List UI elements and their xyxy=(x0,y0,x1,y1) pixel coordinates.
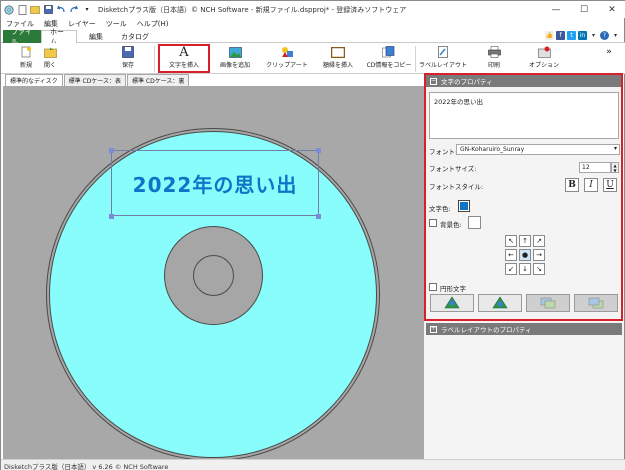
tab-home[interactable]: ホーム xyxy=(41,28,77,46)
maximize-button[interactable]: ☐ xyxy=(570,1,598,18)
text-properties-highlight xyxy=(424,73,623,321)
disc-text-object[interactable]: 2022年の思い出 xyxy=(111,150,319,216)
help-icon[interactable]: ? xyxy=(600,31,609,40)
new-file-icon[interactable] xyxy=(17,4,27,15)
frame-icon xyxy=(331,46,345,58)
toolbar-overflow-button[interactable]: » xyxy=(597,46,621,73)
add-image-button[interactable]: 画像を追加 xyxy=(211,46,259,73)
insert-frame-button[interactable]: 額縁を挿入 xyxy=(314,46,362,73)
print-button[interactable]: 印刷 xyxy=(470,46,518,73)
clipart-button[interactable]: クリップアート xyxy=(263,46,311,73)
tab-catalog[interactable]: カタログ xyxy=(113,30,157,43)
resize-handle-bottom-right[interactable] xyxy=(316,214,321,219)
menu-layer[interactable]: レイヤー xyxy=(68,19,96,29)
undo-icon[interactable] xyxy=(56,5,66,15)
resize-handle-bottom-left[interactable] xyxy=(109,214,114,219)
document-tabs: 標準的なディスク 標準 CDケース：表 標準 CDケース：裏 xyxy=(5,74,190,86)
toolbar-separator xyxy=(415,46,416,72)
options-icon xyxy=(537,46,551,58)
cd-copy-icon xyxy=(382,46,396,58)
ribbon-toolbar: 新規 開く 保存 A 文字を挿入 画像を追加 クリップアート 額縁を挿入 CD情… xyxy=(1,43,625,74)
disc-center-hole xyxy=(193,255,234,296)
twitter-icon[interactable]: t xyxy=(567,31,576,40)
social-dropdown-icon[interactable]: ▾ xyxy=(589,31,598,40)
menu-bar: ファイル 編集 レイヤー ツール ヘルプ(H) xyxy=(1,18,625,30)
toolbar-separator xyxy=(154,46,155,72)
expand-icon[interactable]: + xyxy=(430,325,437,333)
facebook-icon[interactable]: f xyxy=(556,31,565,40)
linkedin-icon[interactable]: in xyxy=(578,31,587,40)
resize-handle-top-left[interactable] xyxy=(109,148,114,153)
status-bar: Disketchプラス版（日本語） v 6.26 © NCH Software xyxy=(1,459,625,470)
open-folder-icon[interactable] xyxy=(30,5,40,15)
layout-icon xyxy=(436,46,450,58)
copy-cd-info-button[interactable]: CD情報をコピー xyxy=(365,46,413,73)
qat-dropdown-icon[interactable]: ▾ xyxy=(82,5,92,15)
label-layout-button[interactable]: ラベルレイアウト xyxy=(419,46,467,73)
help-dropdown-icon[interactable]: ▾ xyxy=(611,31,620,40)
tab-edit[interactable]: 編集 xyxy=(81,30,111,43)
app-logo-icon xyxy=(4,5,14,15)
clipart-icon xyxy=(280,46,294,58)
open-folder-icon xyxy=(43,46,57,58)
save-button[interactable]: 保存 xyxy=(104,46,152,73)
label-layout-properties-header[interactable]: + ラベルレイアウトのプロパティ xyxy=(426,323,622,335)
open-button[interactable]: 開く xyxy=(26,46,74,73)
quick-access-toolbar: ▾ xyxy=(1,4,92,15)
image-icon xyxy=(228,46,242,58)
like-icon[interactable]: 👍 xyxy=(545,31,554,40)
title-bar: ▾ Disketchプラス版（日本語）© NCH Software - 新規ファ… xyxy=(1,1,625,18)
social-links: 👍 f t in ▾ ? ▾ xyxy=(545,31,620,40)
floppy-icon xyxy=(121,46,135,58)
tab-cd-case-front[interactable]: 標準 CDケース：表 xyxy=(63,74,127,86)
ribbon-tabs: ファイル ホーム 編集 カタログ 👍 f t in ▾ ? ▾ xyxy=(1,28,625,46)
redo-icon[interactable] xyxy=(69,5,79,15)
options-button[interactable]: オプション xyxy=(520,46,568,73)
app-window: ▾ Disketchプラス版（日本語）© NCH Software - 新規ファ… xyxy=(0,0,625,470)
close-button[interactable]: ✕ xyxy=(598,1,625,18)
minimize-button[interactable]: — xyxy=(542,1,570,18)
tab-cd-case-back[interactable]: 標準 CDケース：裏 xyxy=(127,74,190,86)
tab-file[interactable]: ファイル xyxy=(3,28,41,46)
insert-text-highlight xyxy=(158,44,210,73)
resize-handle-top-right[interactable] xyxy=(316,148,321,153)
window-controls: — ☐ ✕ xyxy=(542,1,625,18)
printer-icon xyxy=(487,46,501,58)
save-icon[interactable] xyxy=(43,5,53,15)
tab-standard-disc[interactable]: 標準的なディスク xyxy=(5,74,63,86)
menu-help[interactable]: ヘルプ(H) xyxy=(137,19,169,29)
menu-tools[interactable]: ツール xyxy=(106,19,127,29)
window-title: Disketchプラス版（日本語）© NCH Software - 新規ファイル… xyxy=(98,5,407,14)
design-canvas[interactable]: 2022年の思い出 xyxy=(3,86,424,461)
